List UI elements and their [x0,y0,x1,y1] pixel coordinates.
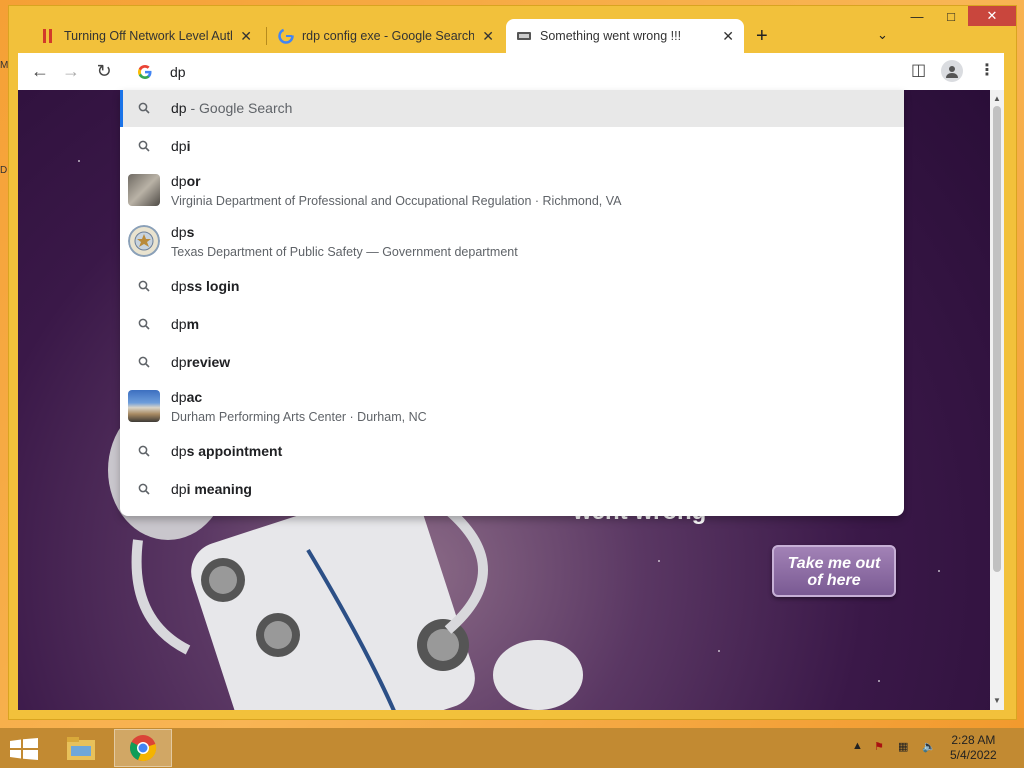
tab-something-went-wrong[interactable]: Something went wrong !!! ✕ [506,19,744,53]
clock-date: 5/4/2022 [950,748,997,762]
search-icon [138,483,150,495]
dps-seal-icon [128,225,160,257]
tab-title: Turning Off Network Level Authe [64,29,233,43]
suggestion-item[interactable]: dpi meaning [120,470,904,508]
search-icon [138,102,150,114]
take-me-out-button[interactable]: Take me out of here [772,545,896,597]
address-input[interactable] [170,63,770,80]
menu-kebab-icon[interactable]: ⋮ [979,60,995,80]
cta-line: Take me out [787,555,881,572]
suggestion-subtext: Virginia Department of Professional and … [171,194,622,208]
suggestion-subtext: Durham Performing Arts Center · Durham, … [171,410,427,424]
suggestion-text: dps appointment [171,443,283,459]
suggestion-item[interactable]: dpss login [120,267,904,305]
tab-turning-off-nla[interactable]: Turning Off Network Level Authe ✕ [30,19,262,53]
forward-button[interactable]: → [60,61,82,82]
clock-time: 2:28 AM [951,733,996,747]
omnibox-suggestions: dp - Google Search dpi dpor Virginia Dep… [120,90,904,516]
suggestion-text: dpss login [171,278,240,294]
dpor-thumbnail [128,174,160,206]
search-icon [138,445,150,457]
suggestion-item[interactable]: dps appointment [120,432,904,470]
system-clock[interactable]: 2:28 AM 5/4/2022 [950,733,997,763]
taskbar: ▲ ⚑ ▦ 🔈 2:28 AM 5/4/2022 [0,728,1024,768]
cta-line: of here [807,572,861,589]
back-button[interactable]: ← [29,61,51,82]
tab-title: rdp config exe - Google Search [302,29,475,43]
suggestion-item[interactable]: dp - Google Search [120,90,904,127]
suggestion-text: dp - Google Search [171,100,293,116]
suggestion-text: dps [171,224,195,240]
side-panel-icon[interactable]: ◫ [911,60,926,80]
suggestion-text: dpi meaning [171,481,252,497]
scroll-up-icon[interactable]: ▲ [993,94,1001,103]
close-tab-icon[interactable]: ✕ [482,28,494,45]
close-window-button[interactable]: ✕ [968,6,1016,26]
chrome-icon [130,735,157,762]
search-icon [138,356,150,368]
omnibox[interactable] [120,53,904,90]
close-tab-icon[interactable]: ✕ [240,28,252,45]
suggestion-item[interactable]: dpac Durham Performing Arts Center · Dur… [120,381,904,432]
new-tab-button[interactable]: + [756,25,768,48]
dpac-building-thumbnail [128,390,160,422]
desktop-icon-label: D [0,165,8,176]
tab-title: Something went wrong !!! [540,29,682,43]
folder-icon [67,737,95,760]
volume-icon[interactable]: 🔈 [922,740,936,753]
site-icon [516,28,532,44]
red-bars-icon [40,28,56,44]
person-icon [946,66,958,78]
window-caption-buttons: — □ ✕ [900,6,1016,26]
reload-button[interactable]: ↻ [93,61,115,82]
suggestion-text: dpm [171,316,200,332]
minimize-button[interactable]: — [900,6,934,26]
suggestion-item[interactable]: dpi [120,127,904,165]
tab-search-chevron-icon[interactable]: ⌄ [877,27,888,43]
suggestion-text: dpi [171,138,191,154]
search-icon [138,280,150,292]
suggestion-item[interactable]: dpreview [120,343,904,381]
search-icon [138,140,150,152]
scroll-down-icon[interactable]: ▼ [993,696,1001,705]
suggestion-text: dpor [171,173,201,189]
suggestion-text: dpreview [171,354,231,370]
profile-avatar[interactable] [941,60,963,82]
page-scrollbar[interactable]: ▲ ▼ [990,90,1004,710]
tray-chevron-up-icon[interactable]: ▲ [852,740,863,752]
tab-rdp-config-search[interactable]: rdp config exe - Google Search ✕ [268,19,504,53]
chrome-taskbar-button[interactable] [114,729,172,767]
suggestion-item[interactable]: dpor Virginia Department of Professional… [120,165,904,216]
suggestion-subtext: Texas Department of Public Safety — Gove… [171,245,518,259]
suggestion-text: dpac [171,389,203,405]
google-g-icon [138,64,152,79]
action-center-flag-icon[interactable]: ⚑ [874,740,884,753]
file-explorer-taskbar-button[interactable] [52,729,110,767]
network-icon[interactable]: ▦ [898,740,908,753]
close-tab-icon[interactable]: ✕ [722,28,734,45]
scroll-thumb[interactable] [993,106,1001,572]
windows-start-icon[interactable] [10,738,38,760]
suggestion-item[interactable]: dpm [120,305,904,343]
maximize-button[interactable]: □ [934,6,968,26]
google-g-icon [278,28,294,44]
tab-separator [266,27,267,45]
search-icon [138,318,150,330]
suggestion-item[interactable]: dps Texas Department of Public Safety — … [120,216,904,267]
